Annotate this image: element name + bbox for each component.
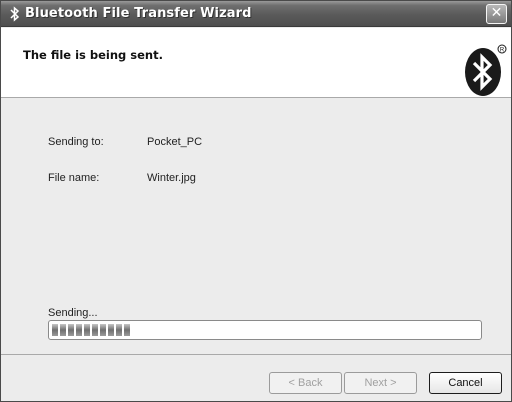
progress-segment: [68, 324, 74, 336]
cancel-button[interactable]: Cancel: [429, 372, 502, 394]
wizard-content: Sending to: Pocket_PC File name: Winter.…: [1, 99, 511, 353]
progress-segment: [76, 324, 82, 336]
next-button[interactable]: Next >: [344, 372, 417, 394]
window-title: Bluetooth File Transfer Wizard: [25, 6, 252, 21]
progress-segment: [124, 324, 130, 336]
progress-bar: [48, 320, 482, 340]
file-name-value: Winter.jpg: [147, 172, 196, 184]
wizard-header: The file is being sent. R: [1, 28, 511, 98]
svg-text:R: R: [500, 48, 505, 54]
progress-segment: [52, 324, 58, 336]
progress-fill: [52, 324, 478, 336]
progress-segment: [84, 324, 90, 336]
progress-segment: [100, 324, 106, 336]
back-button[interactable]: < Back: [269, 372, 342, 394]
progress-segment: [60, 324, 66, 336]
bluetooth-icon: [10, 6, 20, 22]
title-bar[interactable]: Bluetooth File Transfer Wizard ✕: [1, 1, 511, 27]
progress-segment: [116, 324, 122, 336]
sending-to-value: Pocket_PC: [147, 136, 203, 148]
progress-label: Sending...: [48, 307, 98, 319]
close-icon: ✕: [490, 5, 503, 21]
progress-segment: [108, 324, 114, 336]
progress-segment: [92, 324, 98, 336]
file-name-label: File name:: [48, 172, 100, 184]
page-heading: The file is being sent.: [23, 48, 163, 62]
bluetooth-logo-icon: R: [465, 44, 507, 96]
wizard-window: Bluetooth File Transfer Wizard ✕ The fil…: [0, 0, 512, 402]
sending-to-label: Sending to:: [48, 136, 104, 148]
wizard-footer: < Back Next > Cancel: [1, 354, 511, 401]
close-button[interactable]: ✕: [486, 4, 507, 24]
